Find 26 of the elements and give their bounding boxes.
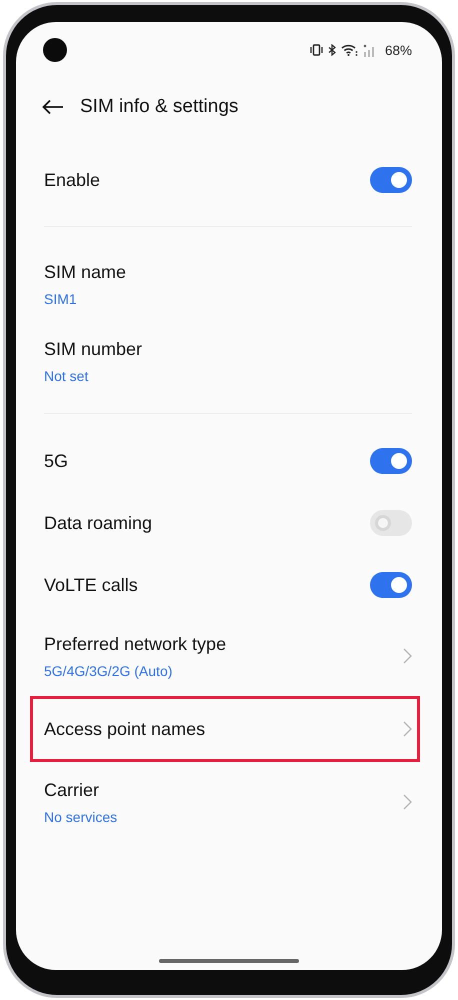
vibrate-icon [310,44,323,56]
toggle-switch[interactable] [370,448,412,474]
setting-title[interactable]: SIM name [44,262,412,283]
bluetooth-icon [328,44,336,56]
setting-title[interactable]: Preferred network type [44,634,403,654]
setting-title[interactable]: Carrier [44,780,403,800]
signal-icon [362,44,377,56]
setting-title[interactable]: Enable [44,170,370,190]
page-title: SIM info & settings [80,96,238,118]
toggle-switch[interactable] [370,572,412,598]
chevron-right-icon [403,794,412,810]
setting-title[interactable]: VoLTE calls [44,574,370,596]
setting-title[interactable]: 5G [44,450,370,472]
setting-value: 5G/4G/3G/2G (Auto) [44,662,174,678]
setting-value: No services [44,808,118,824]
setting-value: Not set [44,368,90,384]
back-arrow-icon[interactable] [42,99,64,115]
setting-title[interactable]: Access point names [44,718,403,740]
camera-hole [43,38,67,62]
setting-value: SIM1 [44,291,78,307]
chevron-right-icon [403,721,412,737]
chevron-right-icon [403,648,412,664]
setting-title[interactable]: SIM number [44,339,412,360]
toggle-switch[interactable] [370,167,412,193]
wifi-icon [340,44,358,56]
battery-percentage: 68% [384,42,412,58]
